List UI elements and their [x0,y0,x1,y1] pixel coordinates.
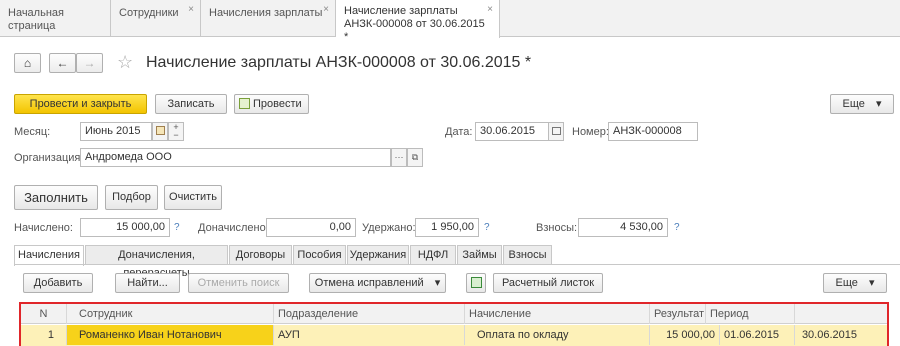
add-button[interactable]: Добавить [23,273,93,293]
cell-period-start[interactable]: 01.06.2015 [720,325,795,345]
help-icon[interactable]: ? [174,222,180,233]
column-header-period[interactable]: Период [706,304,795,324]
column-header-employee[interactable]: Сотрудник [67,304,274,324]
cell-result[interactable]: 15 000,00 [650,325,720,345]
date-label: Дата: [445,126,473,138]
cell-n: 1 [21,325,67,345]
tab-payroll-document[interactable]: Начисление зарплаты АНЗК-000008 от 30.06… [336,0,500,43]
help-icon[interactable]: ? [484,222,490,233]
tab-label: Сотрудники [119,7,179,19]
accrued-label: Начислено: [14,222,73,234]
column-header-department[interactable]: Подразделение [274,304,465,324]
month-label: Месяц: [14,126,51,138]
chevron-down-icon: ▾ [434,277,441,289]
close-icon[interactable]: × [323,3,329,16]
tab-ndfl[interactable]: НДФЛ [410,245,456,265]
tab-benefits[interactable]: Пособия [293,245,346,265]
more-label: Еще [835,277,858,289]
window-tab-bar: Начальная страница Сотрудники × Начислен… [0,0,900,43]
arrow-right-icon: → [83,56,96,70]
cell-department[interactable]: АУП [274,325,465,345]
number-label: Номер: [572,126,609,138]
back-button[interactable]: ← [49,53,76,73]
page-title: Начисление зарплаты АНЗК-000008 от 30.06… [146,54,532,71]
forward-button[interactable]: → [76,53,103,73]
tab-label-line1: Начисление зарплаты [344,5,458,17]
withheld-value: 1 950,00 [415,218,479,237]
calendar-icon[interactable] [152,122,168,141]
month-stepper[interactable]: + − [168,122,184,141]
post-and-close-button[interactable]: Провести и закрыть [14,94,147,114]
cell-employee[interactable]: Романенко Иван Нотанович [67,325,274,345]
tab-divider [14,264,900,265]
contributions-value: 4 530,00 [578,218,668,237]
withheld-label: Удержано: [362,222,416,234]
tab-home-page[interactable]: Начальная страница [0,0,111,37]
fill-button[interactable]: Заполнить [14,185,98,210]
organization-label: Организация: [14,152,84,164]
arrow-left-icon: ← [56,56,69,70]
column-header-n[interactable]: N [21,304,67,324]
dropdown-icon[interactable]: ··· [391,148,407,167]
accrued-value: 15 000,00 [80,218,170,237]
cell-period-end[interactable]: 30.06.2015 [795,325,887,345]
help-icon[interactable]: ? [674,222,680,233]
close-icon[interactable]: × [487,3,493,16]
find-button[interactable]: Найти... [115,273,180,293]
cell-accrual[interactable]: Оплата по окладу [465,325,650,345]
close-icon[interactable]: × [188,3,194,16]
chevron-down-icon: ▾ [875,98,882,110]
column-header-accrual[interactable]: Начисление [465,304,650,324]
cancel-corrections-button[interactable]: Отмена исправлений ▾ [309,273,446,293]
month-field[interactable]: Июнь 2015 [80,122,152,141]
additional-label: Доначислено: [198,222,269,234]
additional-value: 0,00 [266,218,356,237]
select-button[interactable]: Подбор [105,185,158,210]
stepper-down-icon[interactable]: − [169,131,183,140]
column-header-period-end[interactable] [795,304,887,324]
calendar-icon[interactable] [548,122,564,141]
cancel-search-button[interactable]: Отменить поиск [188,273,289,293]
table-header: N Сотрудник Подразделение Начисление Рез… [21,304,887,324]
column-header-result[interactable]: Результат [650,304,706,324]
tab-deductions[interactable]: Удержания [347,245,409,265]
tab-loans[interactable]: Займы [457,245,502,265]
add-to-sheet-icon[interactable] [466,273,486,293]
star-icon[interactable]: ☆ [117,52,133,73]
chevron-down-icon: ▾ [868,277,875,289]
contributions-label: Взносы: [536,222,578,234]
home-button[interactable]: ⌂ [14,53,41,73]
save-button[interactable]: Записать [155,94,227,114]
date-field[interactable]: 30.06.2015 [475,122,549,141]
table-more-button[interactable]: Еще ▾ [823,273,887,293]
home-icon: ⌂ [23,56,32,70]
number-field[interactable]: АНЗК-000008 [608,122,698,141]
post-document-icon [239,98,250,109]
tab-contributions[interactable]: Взносы [503,245,552,265]
more-button[interactable]: Еще ▾ [830,94,894,114]
tab-employees[interactable]: Сотрудники × [111,0,201,37]
organization-field[interactable]: Андромеда ООО [80,148,391,167]
tab-contracts[interactable]: Договоры [229,245,292,265]
tab-recalculations[interactable]: Доначисления, перерасчеты [85,245,228,279]
clear-button[interactable]: Очистить [164,185,222,210]
tab-accruals[interactable]: Начисления [14,245,84,266]
cancel-corrections-label: Отмена исправлений [314,277,424,289]
tab-label-line2: АНЗК-000008 от 30.06.2015 * [344,18,485,43]
post-button-label: Провести [253,98,302,110]
tab-payroll-list[interactable]: Начисления зарплаты × [201,0,336,37]
more-label: Еще [842,98,865,110]
table-row[interactable]: 1 Романенко Иван Нотанович АУП Оплата по… [21,325,887,346]
payslip-button[interactable]: Расчетный листок [493,273,603,293]
tab-label: Начальная страница [8,7,64,32]
accruals-table: N Сотрудник Подразделение Начисление Рез… [19,302,889,346]
open-icon[interactable]: ⧉ [407,148,423,167]
tab-label: Начисления зарплаты [209,7,323,19]
post-button[interactable]: Провести [234,94,309,114]
